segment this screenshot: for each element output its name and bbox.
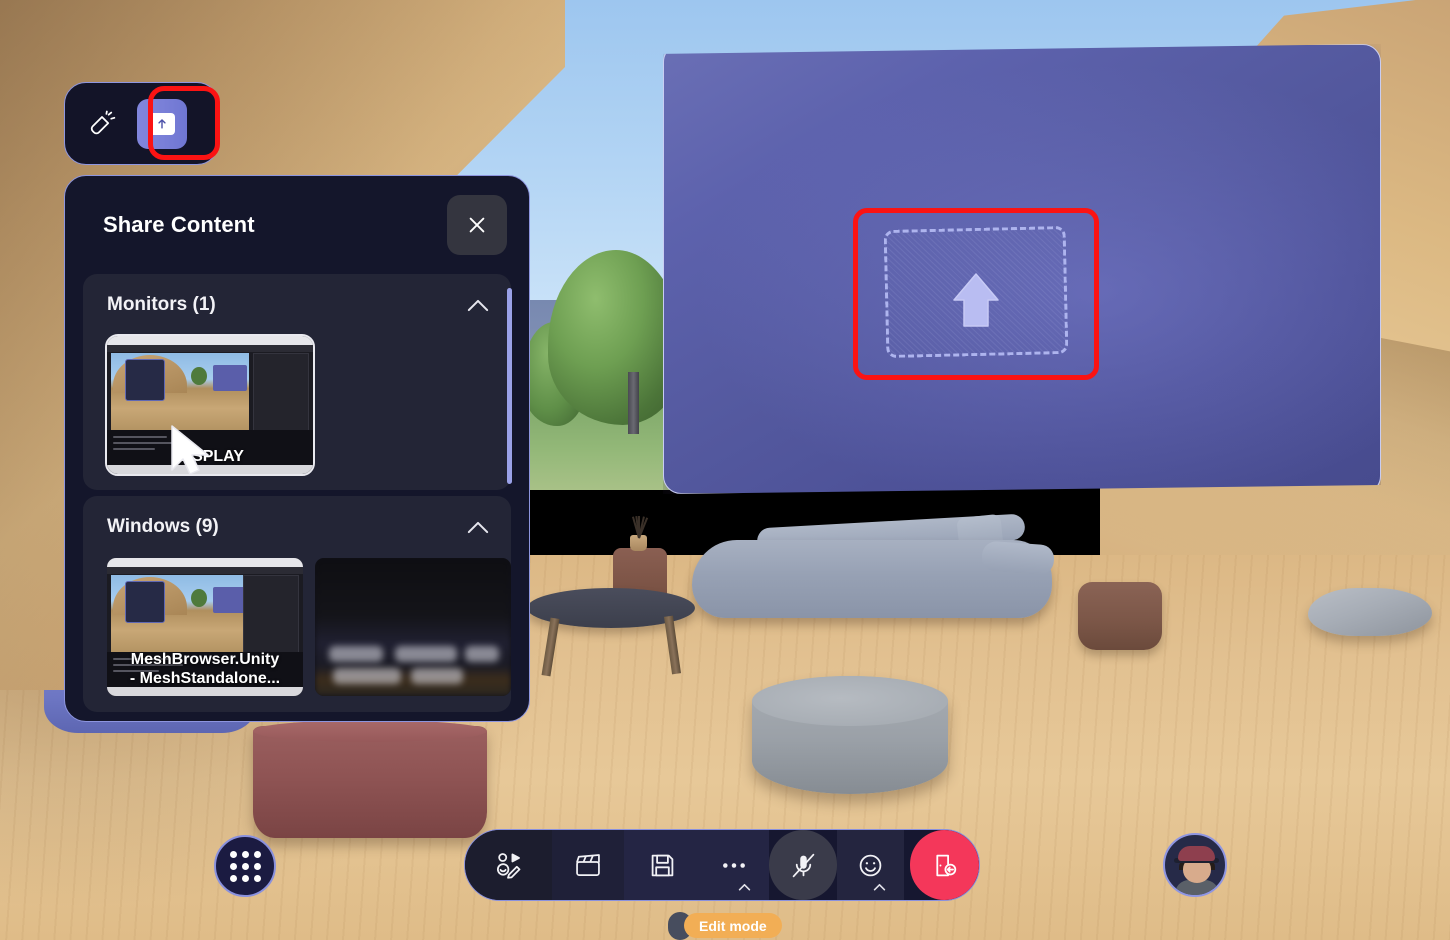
clapperboard-icon	[576, 853, 600, 876]
close-button[interactable]	[447, 195, 507, 255]
share-toolbar	[64, 82, 219, 165]
red-pedestal	[253, 726, 487, 838]
window-thumbnail-blurred[interactable]	[315, 558, 511, 696]
window-thumbnail-meshbrowser[interactable]: MeshBrowser.Unity - MeshStandalone...	[107, 558, 303, 696]
more-options-button[interactable]	[700, 830, 769, 900]
edit-mode-label: Edit mode	[699, 917, 767, 934]
chevron-up-icon[interactable]	[467, 299, 489, 312]
bottom-toolbar	[464, 829, 980, 901]
apps-grid-icon	[229, 850, 261, 882]
leave-call-icon	[936, 854, 957, 876]
tree-trunk	[628, 372, 639, 434]
window-thumbnail-label-blurred	[315, 684, 511, 696]
leave-call-button[interactable]	[910, 830, 979, 900]
upload-arrow-icon	[950, 270, 1002, 328]
microphone-muted-icon	[792, 853, 814, 877]
share-panel-title: Share Content	[103, 212, 255, 237]
decorative-rock	[1308, 588, 1432, 636]
megaphone-icon[interactable]	[77, 99, 127, 149]
mouse-cursor-icon	[168, 424, 218, 476]
user-avatar[interactable]	[1163, 833, 1227, 897]
window-thumbnails: MeshBrowser.Unity - MeshStandalone...	[83, 558, 511, 712]
reactions-button[interactable]	[465, 830, 552, 900]
apps-grid-button[interactable]	[214, 835, 276, 897]
save-button[interactable]	[624, 830, 701, 900]
section-windows-title: Windows (9)	[107, 516, 219, 537]
twigs-decor	[628, 514, 650, 539]
section-monitors-header[interactable]: Monitors (1)	[83, 274, 511, 336]
section-windows-header[interactable]: Windows (9)	[83, 496, 511, 558]
save-icon	[651, 854, 673, 876]
monitor-thumbnails: DISPLAY	[83, 334, 511, 490]
chevron-up-icon[interactable]	[873, 878, 886, 891]
avatar-cap	[1178, 846, 1215, 861]
share-screen-icon	[149, 112, 175, 135]
more-options-icon	[723, 862, 746, 868]
reactions-icon	[497, 853, 521, 879]
red-pedestal-top	[253, 720, 487, 742]
microphone-mute-button[interactable]	[768, 830, 838, 900]
clapperboard-button[interactable]	[551, 830, 625, 900]
log-side-stool	[1078, 582, 1162, 650]
section-monitors: Monitors (1) DISPLAY	[83, 274, 511, 490]
couch-armrest	[981, 540, 1055, 576]
chevron-up-icon[interactable]	[467, 521, 489, 534]
panel-scrollbar[interactable]	[507, 288, 512, 484]
share-screen-button[interactable]	[137, 98, 187, 149]
emoji-smiley-icon	[860, 854, 882, 876]
section-windows: Windows (9) MeshBrowser.Unity - MeshStan…	[83, 496, 511, 712]
round-stool-top	[752, 676, 948, 726]
emoji-button[interactable]	[837, 830, 905, 900]
chevron-up-icon[interactable]	[738, 878, 751, 891]
mesh-immersive-stage: Share Content Monitors (1) DISPLAY Windo…	[0, 0, 1450, 940]
edit-mode-badge[interactable]: Edit mode	[684, 913, 782, 938]
window-thumbnail-label: MeshBrowser.Unity - MeshStandalone...	[129, 651, 281, 687]
share-content-panel: Share Content Monitors (1) DISPLAY Windo…	[64, 175, 530, 722]
share-panel-header: Share Content	[65, 176, 529, 274]
section-monitors-title: Monitors (1)	[107, 294, 216, 315]
